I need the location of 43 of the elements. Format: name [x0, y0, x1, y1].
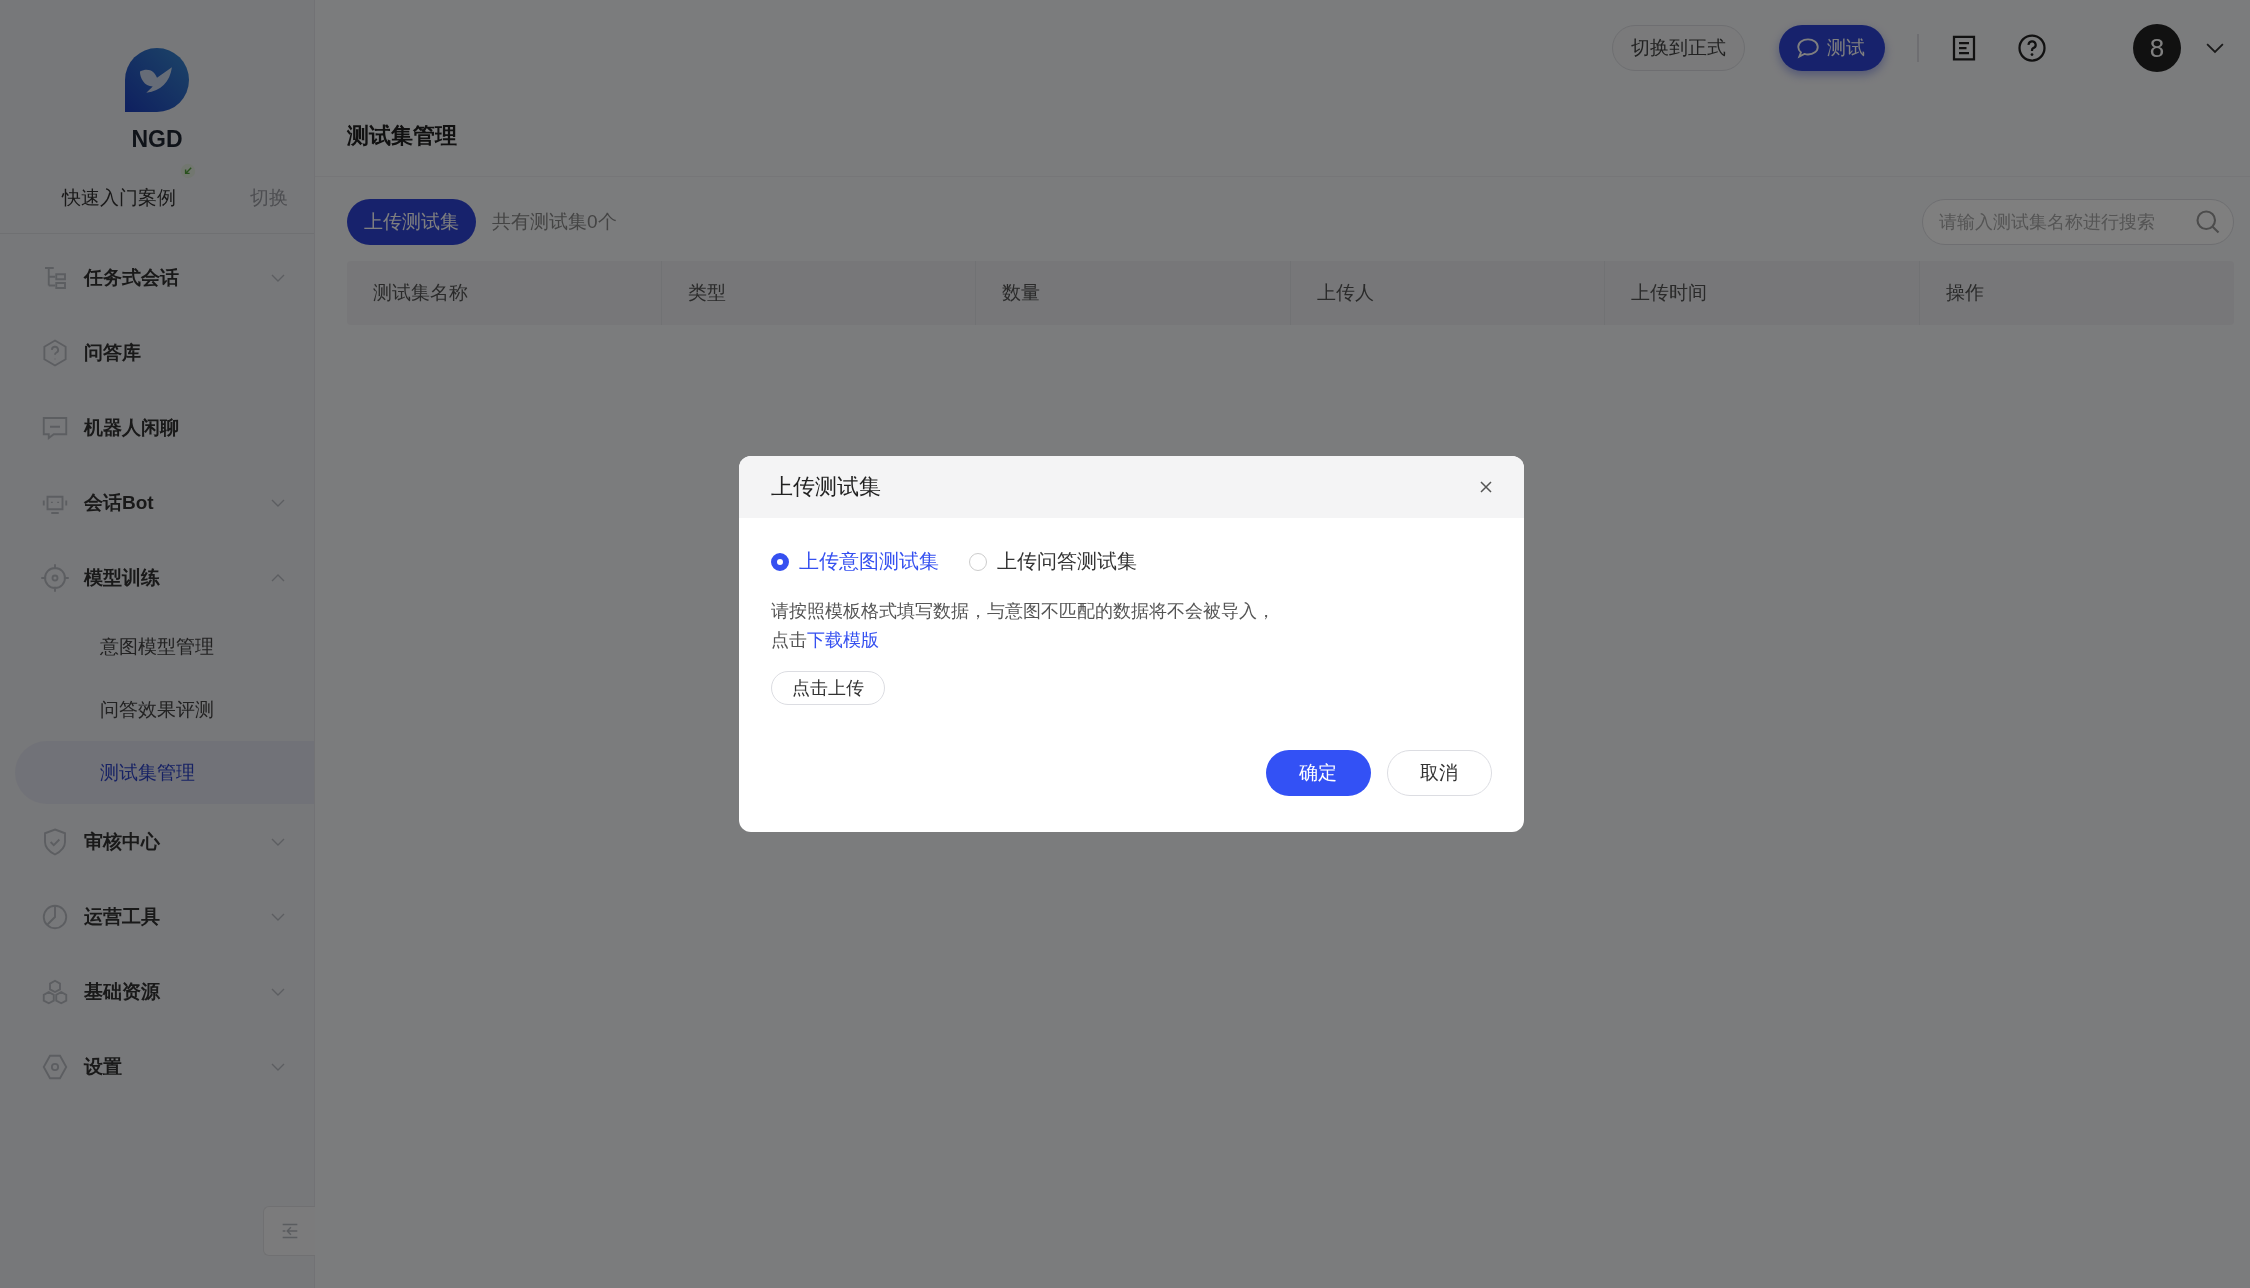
menu-item[interactable]: 问答库: [0, 315, 314, 390]
radio-option[interactable]: 上传意图测试集: [770, 548, 939, 575]
upload-button[interactable]: 上传测试集: [347, 199, 476, 245]
menu-item[interactable]: 会话Bot: [0, 465, 314, 540]
project-name: 快速入门案例: [62, 186, 176, 210]
column-header: 上传时间: [1631, 281, 1707, 305]
chat-bubble-icon: [1795, 35, 1821, 61]
page-title: 测试集管理: [347, 122, 457, 150]
column-header: 操作: [1945, 281, 1984, 305]
menu-item[interactable]: 基础资源: [0, 954, 314, 1029]
download-template-link[interactable]: 下载模版: [806, 630, 879, 650]
dialog-title: 上传测试集: [770, 473, 881, 501]
submenu-item[interactable]: 测试集管理: [15, 741, 314, 804]
arrow-badge-icon: [180, 163, 196, 179]
brand-name: NGD: [131, 126, 183, 153]
menu-item-icon: [40, 562, 70, 593]
chevron-down-icon[interactable]: [2206, 42, 2224, 54]
column-header: 测试集名称: [373, 281, 468, 305]
instruction-text: 请按照模板格式填写数据，与意图不匹配的数据将不会被导入， 点击下载模版: [770, 600, 1276, 652]
menu-item[interactable]: 运营工具: [0, 879, 314, 954]
user-avatar[interactable]: 8: [2133, 24, 2181, 72]
menu-item[interactable]: 模型训练: [0, 540, 314, 615]
submenu-item[interactable]: 意图模型管理: [15, 615, 314, 678]
column-header: 上传人: [1316, 281, 1374, 305]
confirm-button[interactable]: 确定: [1265, 750, 1371, 796]
menu-item-icon: [40, 337, 70, 368]
submenu-item[interactable]: 问答效果评测: [15, 678, 314, 741]
radio-option[interactable]: 上传问答测试集: [968, 548, 1137, 575]
record-count: 共有测试集0个: [492, 210, 617, 234]
bird-logo-icon: [125, 48, 189, 112]
test-button[interactable]: 测试: [1779, 25, 1885, 71]
menu-item[interactable]: 机器人闲聊: [0, 390, 314, 465]
menu-item[interactable]: 审核中心: [0, 804, 314, 879]
radio-icon[interactable]: [770, 552, 789, 571]
cancel-button[interactable]: 取消: [1386, 750, 1492, 796]
column-header: 类型: [687, 281, 726, 305]
menu-item[interactable]: 设置: [0, 1029, 314, 1104]
close-icon[interactable]: [1477, 479, 1494, 495]
menu-item[interactable]: 任务式会话: [0, 240, 314, 315]
column-header: 数量: [1002, 281, 1040, 305]
switch-environment-button[interactable]: 切换到正式: [1612, 25, 1745, 71]
upload-file-button[interactable]: 点击上传: [770, 671, 885, 705]
help-icon[interactable]: [2017, 33, 2047, 63]
